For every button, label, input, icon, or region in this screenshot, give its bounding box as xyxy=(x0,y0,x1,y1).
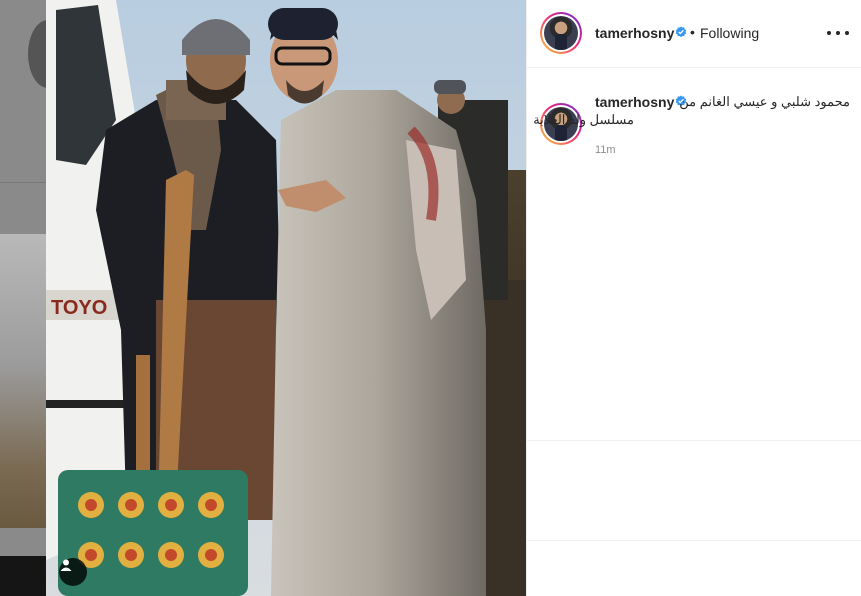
panel-divider xyxy=(527,540,861,541)
more-options-icon[interactable] xyxy=(827,24,849,42)
svg-text:TOYO: TOYO xyxy=(51,297,107,319)
author-username[interactable]: tamerhosny xyxy=(595,25,674,41)
instagram-post-modal: TOYO tamerhosny • Following tamerhosny م… xyxy=(0,0,861,596)
caption-text-line1: محمود شلبي و عيسي الغانم من xyxy=(679,94,850,109)
post-details-panel: tamerhosny • Following tamerhosny محمود … xyxy=(526,0,861,596)
post-photo-image: TOYO xyxy=(46,0,526,596)
background-feed xyxy=(0,0,46,596)
background-footer xyxy=(0,556,46,596)
background-avatar xyxy=(28,20,46,88)
verified-badge-icon xyxy=(675,26,687,38)
separator-dot: • xyxy=(690,24,695,40)
post-header: tamerhosny • Following xyxy=(527,0,861,68)
following-button[interactable]: Following xyxy=(700,25,759,41)
user-tag-button[interactable] xyxy=(59,558,87,586)
panel-divider xyxy=(527,440,861,441)
post-photo[interactable]: TOYO xyxy=(46,0,526,596)
caption-text-line2: مسلسل ولد الغلابة xyxy=(533,112,634,127)
background-post-image xyxy=(0,234,46,528)
post-timestamp[interactable]: 11m xyxy=(595,144,616,156)
user-tag-icon xyxy=(60,559,72,571)
caption-author-username[interactable]: tamerhosny xyxy=(595,94,674,110)
background-divider xyxy=(0,182,46,183)
author-avatar[interactable] xyxy=(540,12,582,54)
